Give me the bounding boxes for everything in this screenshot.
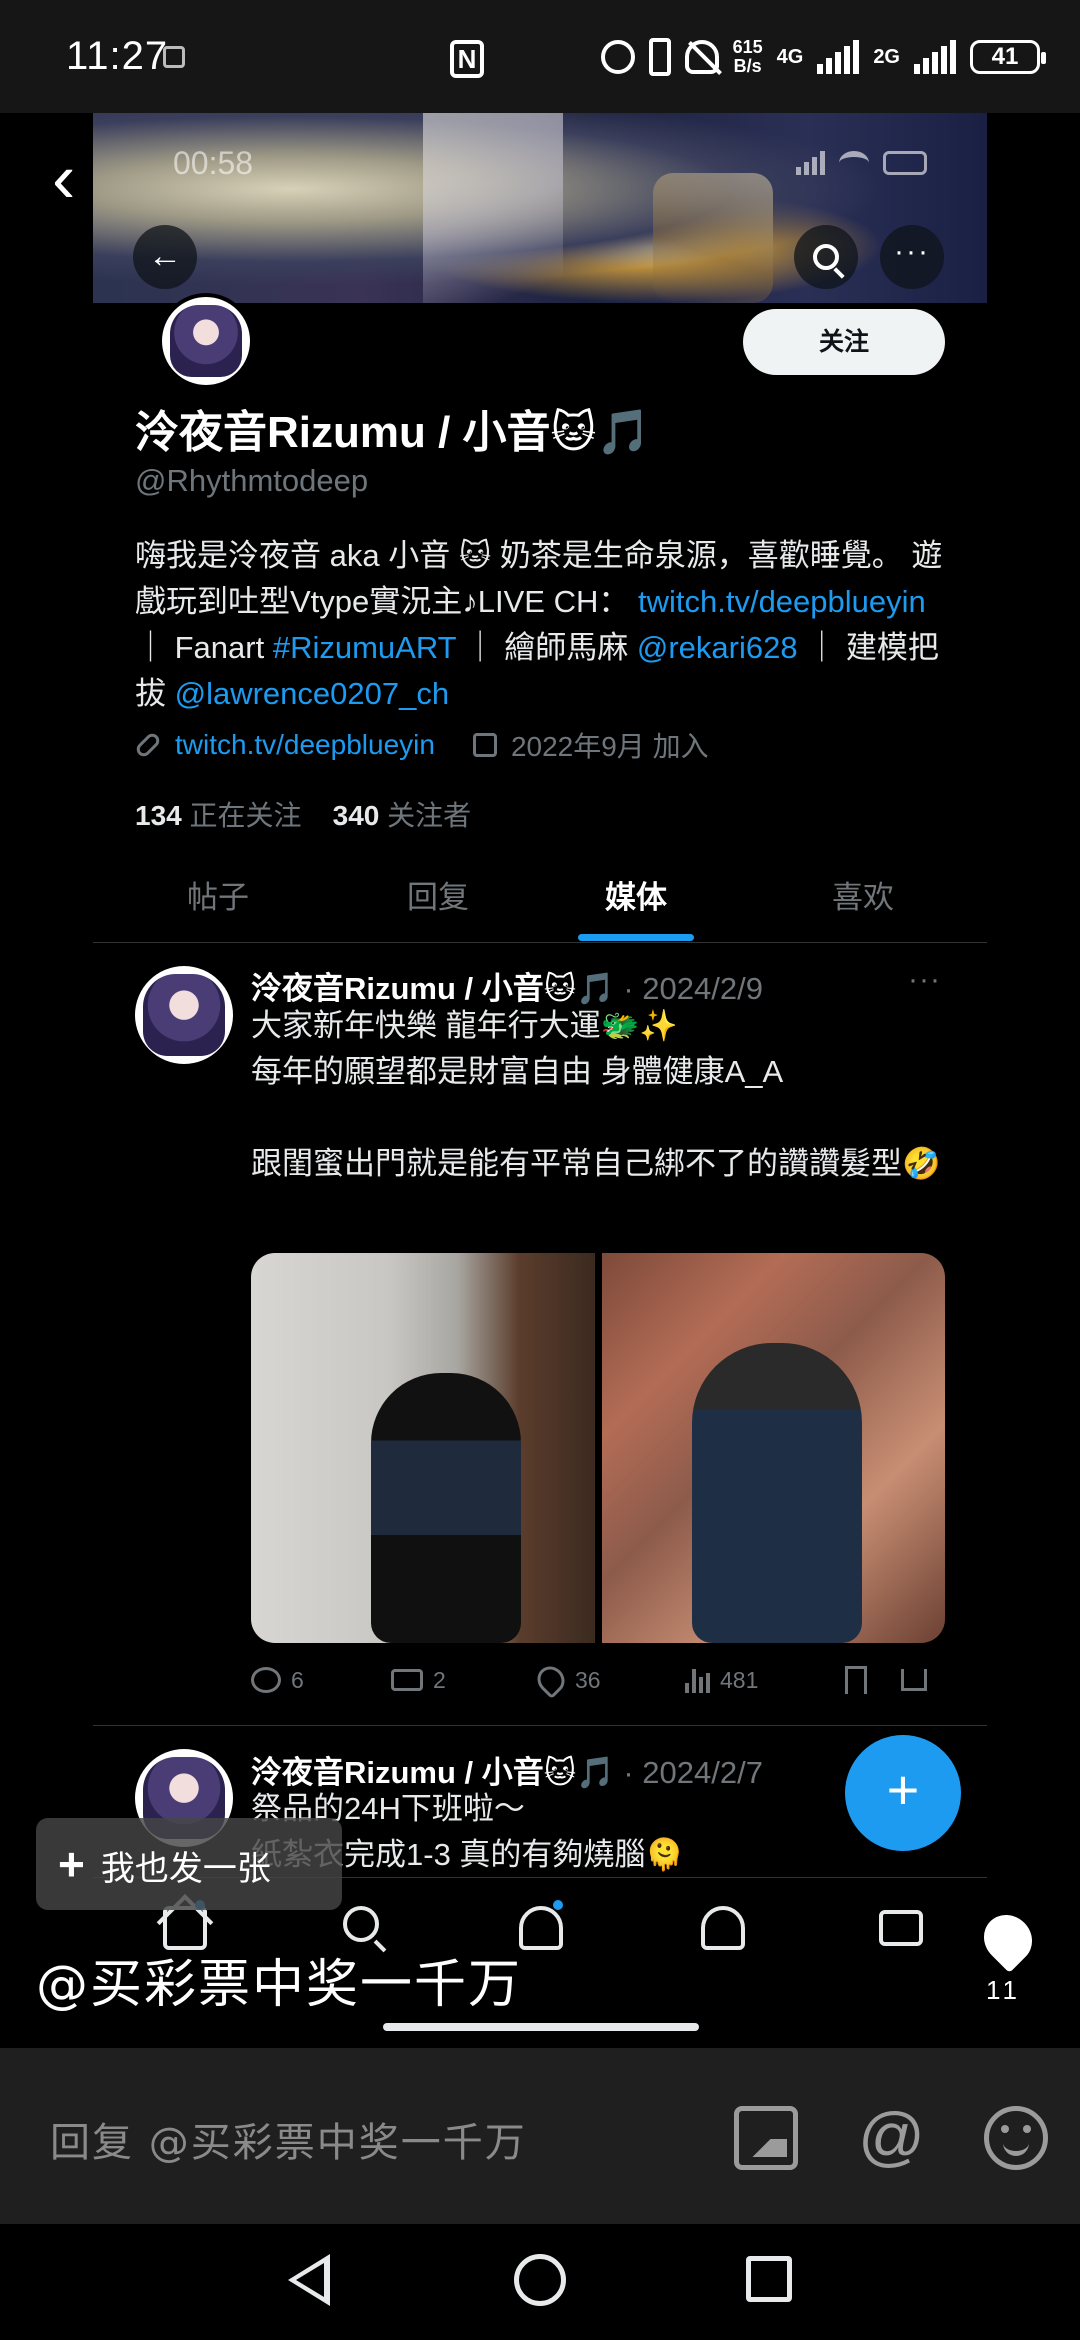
tweet-photo-1[interactable] [251,1253,595,1643]
tweet-date-2: · 2024/2/7 [623,1755,763,1790]
retweet-action[interactable]: 2 [391,1667,537,1694]
profile-website[interactable]: twitch.tv/deepblueyin [175,729,435,761]
notifications-icon[interactable] [701,1906,745,1950]
system-home-icon[interactable] [514,2254,566,2306]
image-icon[interactable] [734,2106,798,2170]
battery-icon: 41 [970,40,1046,74]
mute-icon [684,40,719,74]
heart-count: 11 [986,1975,1021,2005]
system-nav [0,2224,1080,2340]
following-stat[interactable]: 134 正在关注 [135,800,302,831]
profile-bio: 嗨我是泠夜音 aka 小音 🐱 奶茶是生命泉源，喜歡睡覺。 遊戲玩到吐型Vtyp… [135,538,943,711]
profile-name: 泠夜音Rizumu / 小音🐱🎵 [135,408,652,457]
banner-more-icon[interactable]: ··· [880,225,944,289]
messages-icon[interactable] [879,1910,923,1946]
inner-status-icons [796,151,927,175]
follow-button[interactable]: 关注 [743,309,945,375]
retweet-icon [391,1669,423,1691]
inner-status-time: 00:58 [173,145,254,181]
status-time: 11:27 [66,34,169,78]
bookmark-action[interactable] [845,1666,901,1694]
profile-stats: 134 正在关注 340 关注者 [135,794,471,834]
reply-action[interactable]: 6 [251,1667,391,1694]
tab-posts[interactable]: 帖子 [113,853,323,943]
bluetooth-icon [648,38,671,76]
tweet-more-icon[interactable]: ··· [908,963,941,997]
tweet-media[interactable] [251,1253,945,1643]
tweet-avatar[interactable] [135,966,233,1064]
status-bar: 11:27 N 615 B/s 4G 2G 41 [0,0,1080,113]
status-icons: 615 B/s 4G 2G 41 [600,30,1046,84]
profile-banner: 00:58 ← ··· [93,113,987,303]
profile-avatar[interactable] [158,293,254,389]
like-icon [531,1660,571,1700]
calendar-icon [472,733,497,757]
alarm-icon [600,40,635,74]
heart-icon[interactable] [974,1905,1042,1973]
post-too-button[interactable]: + 我也发一张 [36,1818,342,1910]
link-icon [133,730,163,760]
nfc-icon: N [450,40,484,78]
tab-replies[interactable]: 回复 [333,853,543,943]
notification-icon [163,46,185,68]
share-icon [901,1669,927,1691]
followers-stat[interactable]: 340 关注者 [333,800,472,831]
tweet-date: · 2024/2/9 [623,971,763,1006]
system-recents-icon[interactable] [746,2256,792,2302]
bio-mention-rekari[interactable]: @rekari628 [637,630,798,665]
views-action[interactable]: 481 [685,1667,845,1694]
profile-joined: 2022年9月 加入 [510,731,709,762]
bio-mention-lawrence[interactable]: @lawrence0207_ch [175,676,449,711]
network-type-2: 2G [873,45,900,68]
signal-icon-2 [914,40,956,74]
network-type-1: 4G [776,45,804,68]
bookmark-icon [845,1666,867,1694]
tab-media[interactable]: 媒体 [531,853,741,943]
tweet-photo-2[interactable] [601,1253,945,1643]
profile-handle: @Rhythmtodeep [135,463,369,498]
bio-link[interactable]: twitch.tv/deepblueyin [638,584,926,619]
back-arrow-icon[interactable]: ‹ [52,143,92,213]
net-speed: 615 B/s [732,37,763,76]
tab-likes[interactable]: 喜欢 [758,853,968,943]
shared-screenshot[interactable]: 00:58 ← ··· 关注 泠夜音Rizumu / 小音🐱🎵 @Rhythmt… [93,113,987,2048]
views-icon [685,1667,710,1693]
profile-tabs: 帖子 回复 媒体 喜欢 [93,853,987,943]
tweet-author: 泠夜音Rizumu / 小音🐱🎵 · 2024/2/9 [251,971,763,1006]
like-action[interactable]: 36 [531,1660,685,1700]
watermark: @买彩票中奖一千万 [36,1955,523,2015]
reply-input[interactable]: 回复 @买彩票中奖一千万 [50,2110,527,2168]
banner-search-icon[interactable] [794,225,858,289]
banner-back-icon[interactable]: ← [133,225,197,289]
compose-button[interactable]: + [845,1735,961,1851]
emoji-icon[interactable] [984,2106,1048,2170]
reply-bar: 回复 @买彩票中奖一千万 @ [0,2048,1080,2224]
tweet-text: 大家新年快樂 龍年行大運🐲✨ 每年的願望都是財富自由 身體健康A_A 跟閨蜜出門… [251,1008,941,1181]
search-icon[interactable] [343,1906,379,1942]
tweet-divider [93,1725,987,1726]
active-tab-indicator [578,934,694,941]
system-back-icon[interactable] [288,2254,330,2306]
profile-meta: twitch.tv/deepblueyin 2022年9月 加入 [133,725,709,765]
home-indicator [383,2023,699,2031]
communities-icon[interactable] [519,1906,563,1950]
tweet-actions: 6 2 36 481 [251,1658,951,1702]
bio-hashtag[interactable]: #RizumuART [273,630,456,665]
reply-icon [251,1667,281,1693]
communities-dot [553,1900,563,1910]
signal-icon [817,40,860,74]
mention-icon[interactable]: @ [858,2103,925,2170]
share-action[interactable] [901,1669,927,1691]
